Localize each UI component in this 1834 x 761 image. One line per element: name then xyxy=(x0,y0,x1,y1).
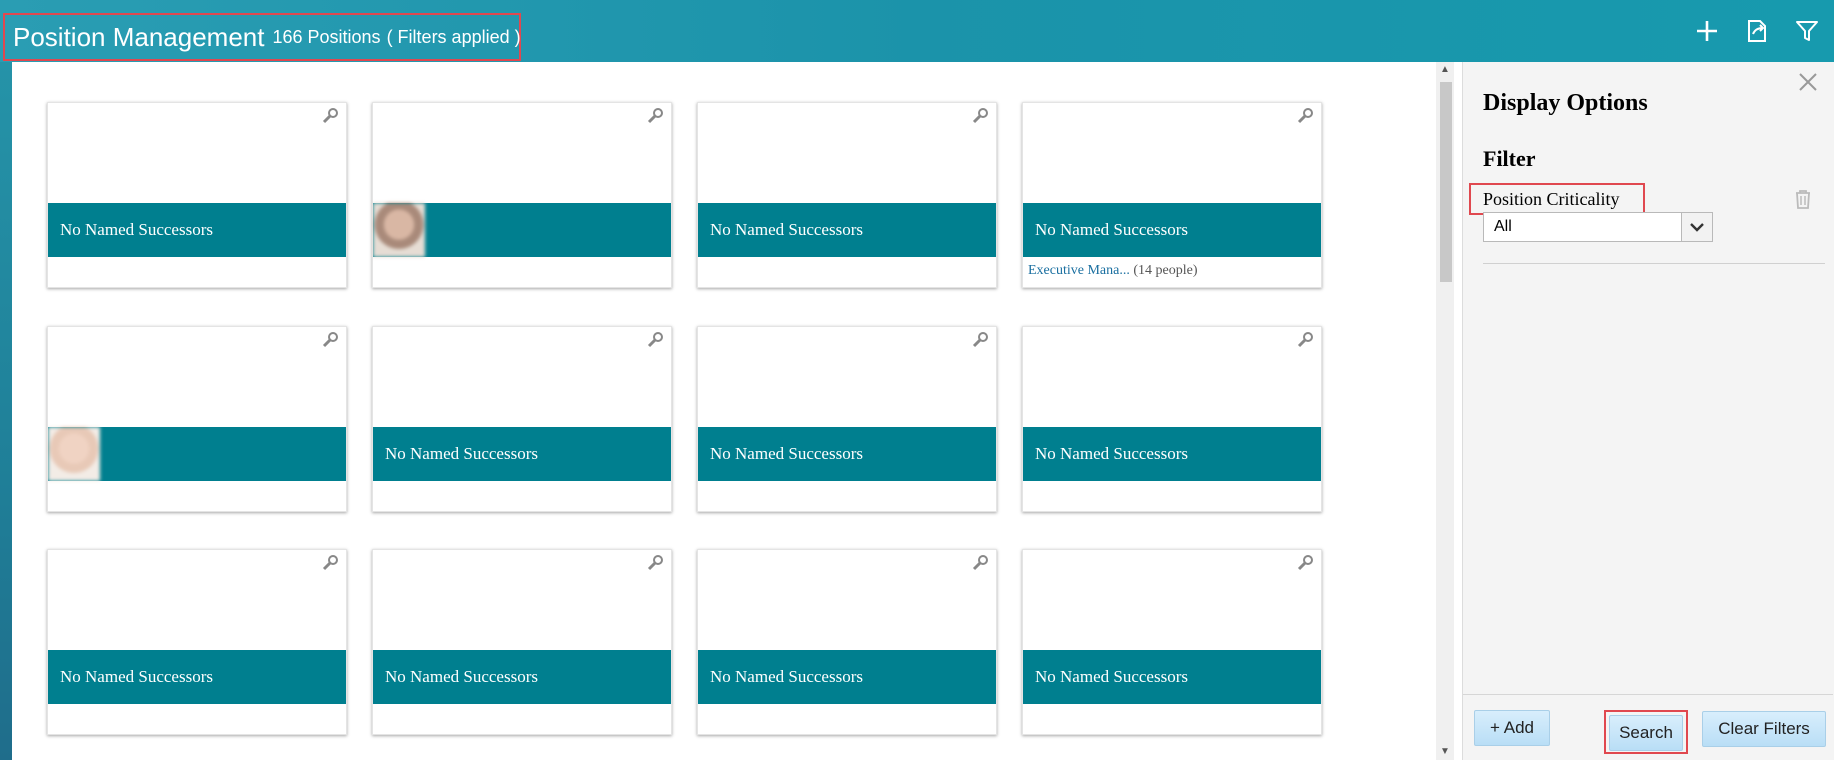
clear-filters-button[interactable]: Clear Filters xyxy=(1702,711,1826,747)
filter-heading: Filter xyxy=(1483,146,1536,171)
filter-icon[interactable] xyxy=(1792,16,1822,46)
position-tile[interactable]: No Named Successors xyxy=(697,549,997,735)
magnifier-icon[interactable] xyxy=(1297,331,1315,349)
magnifier-icon[interactable] xyxy=(1297,107,1315,125)
position-tile[interactable]: No Named Successors xyxy=(372,549,672,735)
export-icon[interactable] xyxy=(1742,16,1772,46)
successor-band: No Named Successors xyxy=(373,650,671,704)
filter-status[interactable]: ( Filters applied ) xyxy=(387,27,521,48)
add-button[interactable]: + Add xyxy=(1474,710,1550,746)
search-button-highlight: Search xyxy=(1604,710,1688,754)
position-tile[interactable]: No Named Successors Executive Mana... (1… xyxy=(1022,102,1322,288)
close-icon[interactable] xyxy=(1796,70,1820,94)
position-tile[interactable]: No Named Successors xyxy=(697,326,997,512)
successor-band: No Named Successors xyxy=(698,427,996,481)
select-value: All xyxy=(1494,218,1512,235)
position-tile[interactable] xyxy=(47,326,347,512)
panel-title: Display Options xyxy=(1483,90,1648,116)
magnifier-icon[interactable] xyxy=(647,107,665,125)
scrollbar-thumb[interactable] xyxy=(1440,82,1452,282)
successor-band: No Named Successors xyxy=(48,650,346,704)
position-count: 166 Positions xyxy=(272,26,381,47)
talent-pool-link[interactable]: Executive Mana... xyxy=(1028,263,1130,278)
page-title-box: Position Management 166 Positions ( Filt… xyxy=(3,13,521,61)
search-button[interactable]: Search xyxy=(1609,715,1683,751)
position-tile[interactable]: No Named Successors xyxy=(1022,549,1322,735)
magnifier-icon[interactable] xyxy=(647,554,665,572)
magnifier-icon[interactable] xyxy=(972,107,990,125)
avatar[interactable] xyxy=(48,427,100,481)
criticality-select[interactable]: All xyxy=(1483,212,1713,242)
vertical-scrollbar[interactable]: ▲ ▼ xyxy=(1436,62,1454,760)
successor-band: No Named Successors xyxy=(698,203,996,257)
scroll-up-icon[interactable]: ▲ xyxy=(1436,62,1454,78)
scroll-down-icon[interactable]: ▼ xyxy=(1436,744,1454,760)
position-tile[interactable] xyxy=(372,102,672,288)
chevron-down-icon[interactable] xyxy=(1681,213,1712,241)
talent-pool-footer[interactable]: Executive Mana... (14 people) xyxy=(1028,263,1198,279)
magnifier-icon[interactable] xyxy=(647,331,665,349)
avatar[interactable] xyxy=(373,203,425,257)
display-options-panel: Display Options Filter Position Critical… xyxy=(1462,62,1834,760)
left-strip xyxy=(0,62,12,760)
people-count: (14 people) xyxy=(1133,263,1198,278)
trash-icon[interactable] xyxy=(1794,188,1812,210)
app-header: Position Management 166 Positions ( Filt… xyxy=(0,0,1834,62)
add-icon[interactable] xyxy=(1692,16,1722,46)
filter-field-label: Position Criticality xyxy=(1469,183,1645,215)
successor-band: No Named Successors xyxy=(698,650,996,704)
position-tile[interactable]: No Named Successors xyxy=(47,549,347,735)
successor-band: No Named Successors xyxy=(1023,650,1321,704)
divider xyxy=(1483,263,1825,264)
magnifier-icon[interactable] xyxy=(322,107,340,125)
magnifier-icon[interactable] xyxy=(322,554,340,572)
position-tile[interactable]: No Named Successors xyxy=(47,102,347,288)
position-tile[interactable]: No Named Successors xyxy=(697,102,997,288)
successor-band: No Named Successors xyxy=(1023,427,1321,481)
magnifier-icon[interactable] xyxy=(972,331,990,349)
page-title: Position Management xyxy=(13,21,265,52)
position-tile[interactable]: No Named Successors xyxy=(1022,326,1322,512)
successor-band: No Named Successors xyxy=(1023,203,1321,257)
magnifier-icon[interactable] xyxy=(1297,554,1315,572)
position-grid: No Named Successors No Named Successors … xyxy=(12,62,1434,760)
magnifier-icon[interactable] xyxy=(972,554,990,572)
successor-band: No Named Successors xyxy=(48,203,346,257)
magnifier-icon[interactable] xyxy=(322,331,340,349)
position-tile[interactable]: No Named Successors xyxy=(372,326,672,512)
successor-band: No Named Successors xyxy=(373,427,671,481)
